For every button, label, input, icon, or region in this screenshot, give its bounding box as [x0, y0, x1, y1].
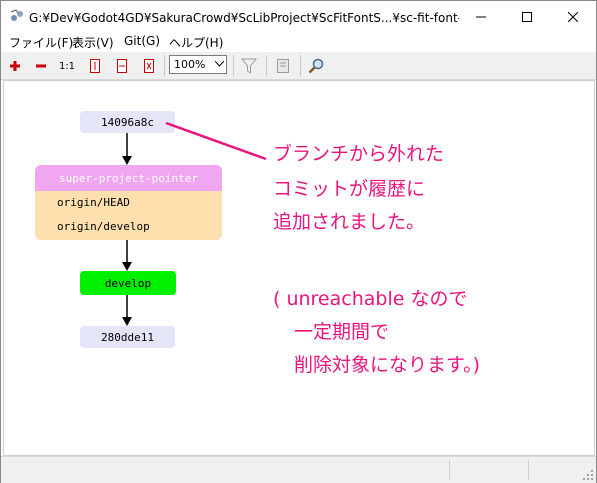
annotation-line: ( unreachable なので — [273, 288, 468, 310]
status-bar — [1, 456, 596, 483]
maximize-icon — [522, 11, 532, 22]
fit-height-icon — [90, 59, 100, 73]
annotation-line: 削除対象になります。) — [294, 354, 481, 376]
chevron-down-icon — [215, 61, 224, 67]
status-divider — [449, 460, 450, 480]
zoom-out-icon — [36, 64, 46, 68]
minimize-button[interactable] — [458, 1, 504, 32]
actual-size-button[interactable]: 1:1 — [56, 55, 78, 77]
annotation-line: 一定期間で — [294, 321, 390, 343]
annotation-line: ブランチから外れた — [273, 143, 445, 165]
toolbar-separator — [233, 55, 234, 76]
arrow-head — [122, 262, 132, 271]
toolbar-separator — [300, 55, 301, 76]
export-button[interactable] — [272, 55, 294, 77]
zoom-in-button[interactable] — [4, 55, 26, 77]
menu-git[interactable]: Git(G) — [124, 34, 160, 48]
graph-edges — [122, 121, 267, 326]
zoom-in-icon — [10, 61, 20, 71]
arrow-head — [122, 156, 132, 165]
actual-size-label: 1:1 — [58, 60, 76, 72]
toolbar-separator — [266, 55, 267, 76]
app-window: G:¥Dev¥Godot4GD¥SakuraCrowd¥ScLibProject… — [0, 0, 597, 483]
search-button[interactable] — [305, 55, 327, 77]
minimize-icon — [476, 16, 486, 17]
filter-icon — [241, 58, 257, 74]
ref-label: origin/develop — [57, 220, 150, 233]
commit-node-bottom[interactable]: 280dde11 — [80, 326, 175, 348]
annotation-line: 追加されました。 — [273, 211, 426, 233]
ref-group[interactable]: super-project-pointer origin/HEAD origin… — [35, 165, 222, 240]
window-title: G:¥Dev¥Godot4GD¥SakuraCrowd¥ScLibProject… — [29, 11, 459, 25]
close-button[interactable] — [550, 1, 596, 32]
zoom-out-button[interactable] — [30, 55, 52, 77]
toolbar-separator — [164, 55, 165, 76]
search-icon — [308, 58, 324, 74]
menu-file[interactable]: ファイル(F) — [9, 34, 73, 51]
ref-label: origin/HEAD — [57, 196, 130, 209]
maximize-button[interactable] — [504, 1, 550, 32]
menu-bar: ファイル(F) 表示(V) Git(G) ヘルプ(H) — [1, 32, 596, 52]
zoom-select[interactable]: 100% — [169, 55, 227, 74]
fit-width-icon — [117, 59, 127, 73]
branch-node[interactable]: develop — [80, 271, 176, 295]
annotation-pointer-line — [165, 121, 267, 161]
fit-window-icon — [144, 59, 154, 73]
close-icon — [568, 11, 578, 22]
menu-view[interactable]: 表示(V) — [72, 34, 114, 51]
status-divider — [528, 460, 529, 480]
fit-height-button[interactable] — [84, 55, 106, 77]
title-bar: G:¥Dev¥Godot4GD¥SakuraCrowd¥ScLibProject… — [1, 1, 596, 32]
filter-button[interactable] — [238, 55, 260, 77]
graph-canvas[interactable]: 14096a8c super-project-pointer origin/HE… — [3, 80, 595, 456]
app-icon — [10, 9, 23, 21]
menu-help[interactable]: ヘルプ(H) — [169, 34, 223, 51]
export-icon — [277, 59, 289, 73]
ref-group-header: super-project-pointer — [35, 165, 222, 191]
zoom-value: 100% — [174, 58, 206, 71]
arrow-head — [122, 317, 132, 326]
resize-grip-icon[interactable] — [582, 469, 594, 481]
toolbar: 1:1 100% — [1, 52, 596, 80]
annotation-line: コミットが履歴に — [273, 178, 426, 200]
fit-width-button[interactable] — [111, 55, 133, 77]
fit-window-button[interactable] — [138, 55, 160, 77]
